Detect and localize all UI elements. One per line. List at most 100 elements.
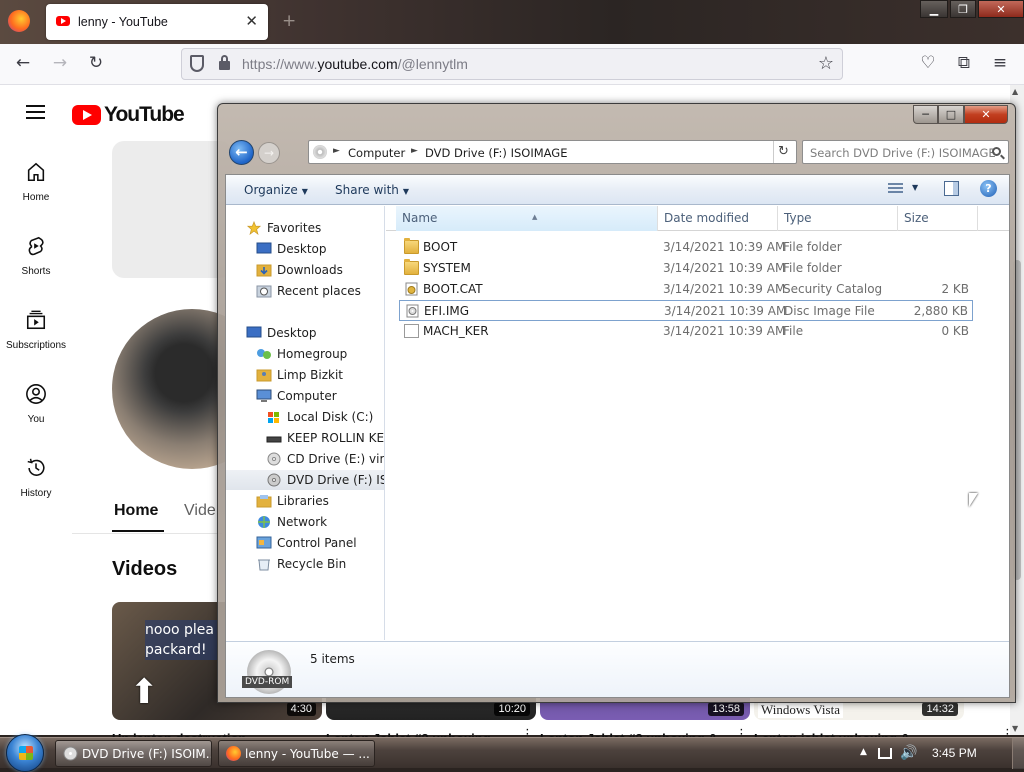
video-duration-4: 14:32 — [922, 702, 958, 716]
file-date: 3/14/2021 10:39 AM — [663, 261, 786, 275]
preview-pane-icon[interactable] — [944, 181, 959, 196]
tracking-protection-shield-icon[interactable] — [190, 55, 204, 72]
firefox-logo-icon[interactable] — [8, 10, 30, 32]
file-row[interactable]: EFI.IMG 3/14/2021 10:39 AM Disc Image Fi… — [399, 300, 973, 321]
help-icon[interactable]: ? — [980, 180, 997, 197]
explorer-close-button[interactable]: ✕ — [964, 105, 1008, 124]
file-type: File folder — [783, 240, 842, 254]
address-bar[interactable]: ► Computer ► DVD Drive (F:) ISOIMAGE ▼ — [308, 140, 797, 164]
pocket-icon[interactable]: ♡ — [916, 53, 940, 73]
breadcrumb-arrow-icon[interactable]: ► — [411, 146, 418, 156]
nav-favorites[interactable]: Favorites — [226, 218, 384, 238]
file-row[interactable]: MACH_KER 3/14/2021 10:39 AM File 0 KB — [399, 321, 973, 342]
nav-removable-drive[interactable]: KEEP ROLLIN KEEP — [226, 428, 384, 448]
breadcrumb-dvd-drive[interactable]: DVD Drive (F:) ISOIMAGE — [425, 146, 567, 160]
tab-title: lenny - YouTube — [78, 15, 168, 29]
forward-arrow-icon[interactable]: → — [48, 53, 72, 73]
reload-icon[interactable]: ↻ — [84, 53, 108, 73]
forward-button[interactable]: → — [258, 142, 280, 164]
browser-tab-youtube[interactable]: lenny - YouTube ✕ — [46, 4, 268, 40]
view-options-dropdown-icon[interactable]: ▼ — [912, 183, 918, 192]
youtube-logo[interactable]: YouTube — [72, 103, 185, 127]
nav-local-disk[interactable]: Local Disk (C:) — [226, 407, 384, 427]
explorer-maximize-button[interactable]: □ — [938, 105, 964, 124]
explorer-window[interactable]: ─ □ ✕ ← → ► Computer ► DVD Drive (F:) IS… — [217, 103, 1016, 703]
browser-minimize-button[interactable]: ▁ — [920, 0, 948, 18]
search-input[interactable]: Search DVD Drive (F:) ISOIMAGE — [802, 140, 1009, 164]
search-icon[interactable] — [992, 147, 1001, 156]
column-header-name[interactable]: Name ▲ — [396, 206, 658, 231]
browser-maximize-button[interactable]: ❐ — [950, 0, 976, 18]
show-desktop-button[interactable] — [1012, 738, 1024, 769]
file-size: 0 KB — [941, 324, 969, 338]
start-button-icon[interactable] — [6, 734, 44, 772]
recent-places-icon — [256, 285, 272, 298]
change-view-icon[interactable] — [888, 183, 903, 194]
back-arrow-icon[interactable]: ← — [11, 53, 35, 73]
nav-downloads[interactable]: Downloads — [226, 260, 384, 280]
bookmark-star-icon[interactable]: ☆ — [818, 53, 834, 74]
breadcrumb-computer[interactable]: Computer — [348, 146, 405, 160]
scroll-down-icon[interactable]: ▼ — [1012, 724, 1018, 733]
yt-nav-you[interactable]: You — [0, 383, 72, 425]
taskbar-firefox-button[interactable]: lenny - YouTube — ... — [218, 740, 375, 767]
nav-dvd-drive[interactable]: DVD Drive (F:) ISOI — [226, 470, 384, 490]
column-header-size[interactable]: Size — [898, 206, 978, 231]
organize-button[interactable]: Organize ▼ — [244, 183, 308, 197]
clock[interactable]: 3:45 PM — [932, 746, 977, 760]
nav-desktop-fav[interactable]: Desktop — [226, 239, 384, 259]
up-arrow-icon: ⬆ — [130, 672, 159, 712]
breadcrumb-arrow-icon[interactable]: ► — [333, 146, 340, 156]
nav-recent-places[interactable]: Recent places — [226, 281, 384, 301]
new-tab-button[interactable]: + — [282, 11, 296, 31]
yt-nav-home[interactable]: Home — [0, 161, 72, 203]
channel-tab-home[interactable]: Home — [114, 502, 158, 520]
nav-desktop[interactable]: Desktop — [226, 323, 384, 343]
sort-ascending-icon: ▲ — [532, 213, 538, 221]
extensions-icon[interactable]: ⧉ — [952, 53, 976, 73]
column-header-date[interactable]: Date modified — [658, 206, 778, 231]
scroll-up-icon[interactable]: ▲ — [1012, 87, 1018, 96]
yt-nav-history-label: History — [20, 488, 52, 499]
local-disk-icon — [268, 412, 279, 423]
cd-drive-icon — [267, 452, 281, 466]
nav-cd-drive[interactable]: CD Drive (E:) virtio — [226, 449, 384, 469]
back-button[interactable]: ← — [229, 140, 254, 165]
yt-nav-shorts[interactable]: Shorts — [0, 235, 72, 277]
yt-nav-subscriptions[interactable]: Subscriptions — [0, 309, 72, 351]
tab-close-button[interactable]: ✕ — [245, 12, 258, 30]
hamburger-menu-icon[interactable] — [26, 105, 45, 119]
explorer-minimize-button[interactable]: ─ — [913, 105, 938, 124]
nav-label: Favorites — [267, 221, 322, 235]
url-text[interactable]: https://www.youtube.com/@lennytlm — [242, 56, 468, 72]
show-hidden-icons-icon[interactable]: ▲ — [860, 747, 867, 757]
column-header-type[interactable]: Type — [778, 206, 898, 231]
nav-network[interactable]: Network — [226, 512, 384, 532]
browser-close-button[interactable]: ✕ — [978, 0, 1024, 18]
share-with-button[interactable]: Share with ▼ — [335, 183, 409, 197]
taskbar-explorer-button[interactable]: DVD Drive (F:) ISOIM... — [55, 740, 212, 767]
refresh-icon[interactable]: ↻ — [773, 141, 793, 163]
yt-nav-history[interactable]: History — [0, 457, 72, 499]
nav-control-panel[interactable]: Control Panel — [226, 533, 384, 553]
disc-image-icon — [406, 304, 419, 318]
nav-homegroup[interactable]: Homegroup — [226, 344, 384, 364]
lock-icon[interactable] — [219, 55, 230, 70]
file-row[interactable]: BOOT.CAT 3/14/2021 10:39 AM Security Cat… — [399, 279, 973, 300]
nav-libraries[interactable]: Libraries — [226, 491, 384, 511]
nav-label: DVD Drive (F:) ISOI — [287, 473, 384, 487]
share-with-label: Share with — [335, 183, 399, 197]
volume-icon[interactable]: 🔊 — [900, 745, 917, 761]
file-row[interactable]: BOOT 3/14/2021 10:39 AM File folder — [399, 237, 973, 258]
active-tab-underline — [112, 530, 164, 532]
nav-recycle-bin[interactable]: Recycle Bin — [226, 554, 384, 574]
nav-limp-bizkit[interactable]: Limp Bizkit — [226, 365, 384, 385]
channel-tab-videos[interactable]: Vide — [184, 502, 216, 520]
url-bar[interactable]: https://www.youtube.com/@lennytlm ☆ — [181, 48, 843, 80]
computer-icon — [256, 389, 272, 402]
file-row[interactable]: SYSTEM 3/14/2021 10:39 AM File folder — [399, 258, 973, 279]
nav-computer[interactable]: Computer — [226, 386, 384, 406]
menu-icon[interactable]: ≡ — [988, 53, 1012, 73]
network-status-icon[interactable] — [878, 748, 892, 759]
file-type: File — [783, 324, 804, 338]
